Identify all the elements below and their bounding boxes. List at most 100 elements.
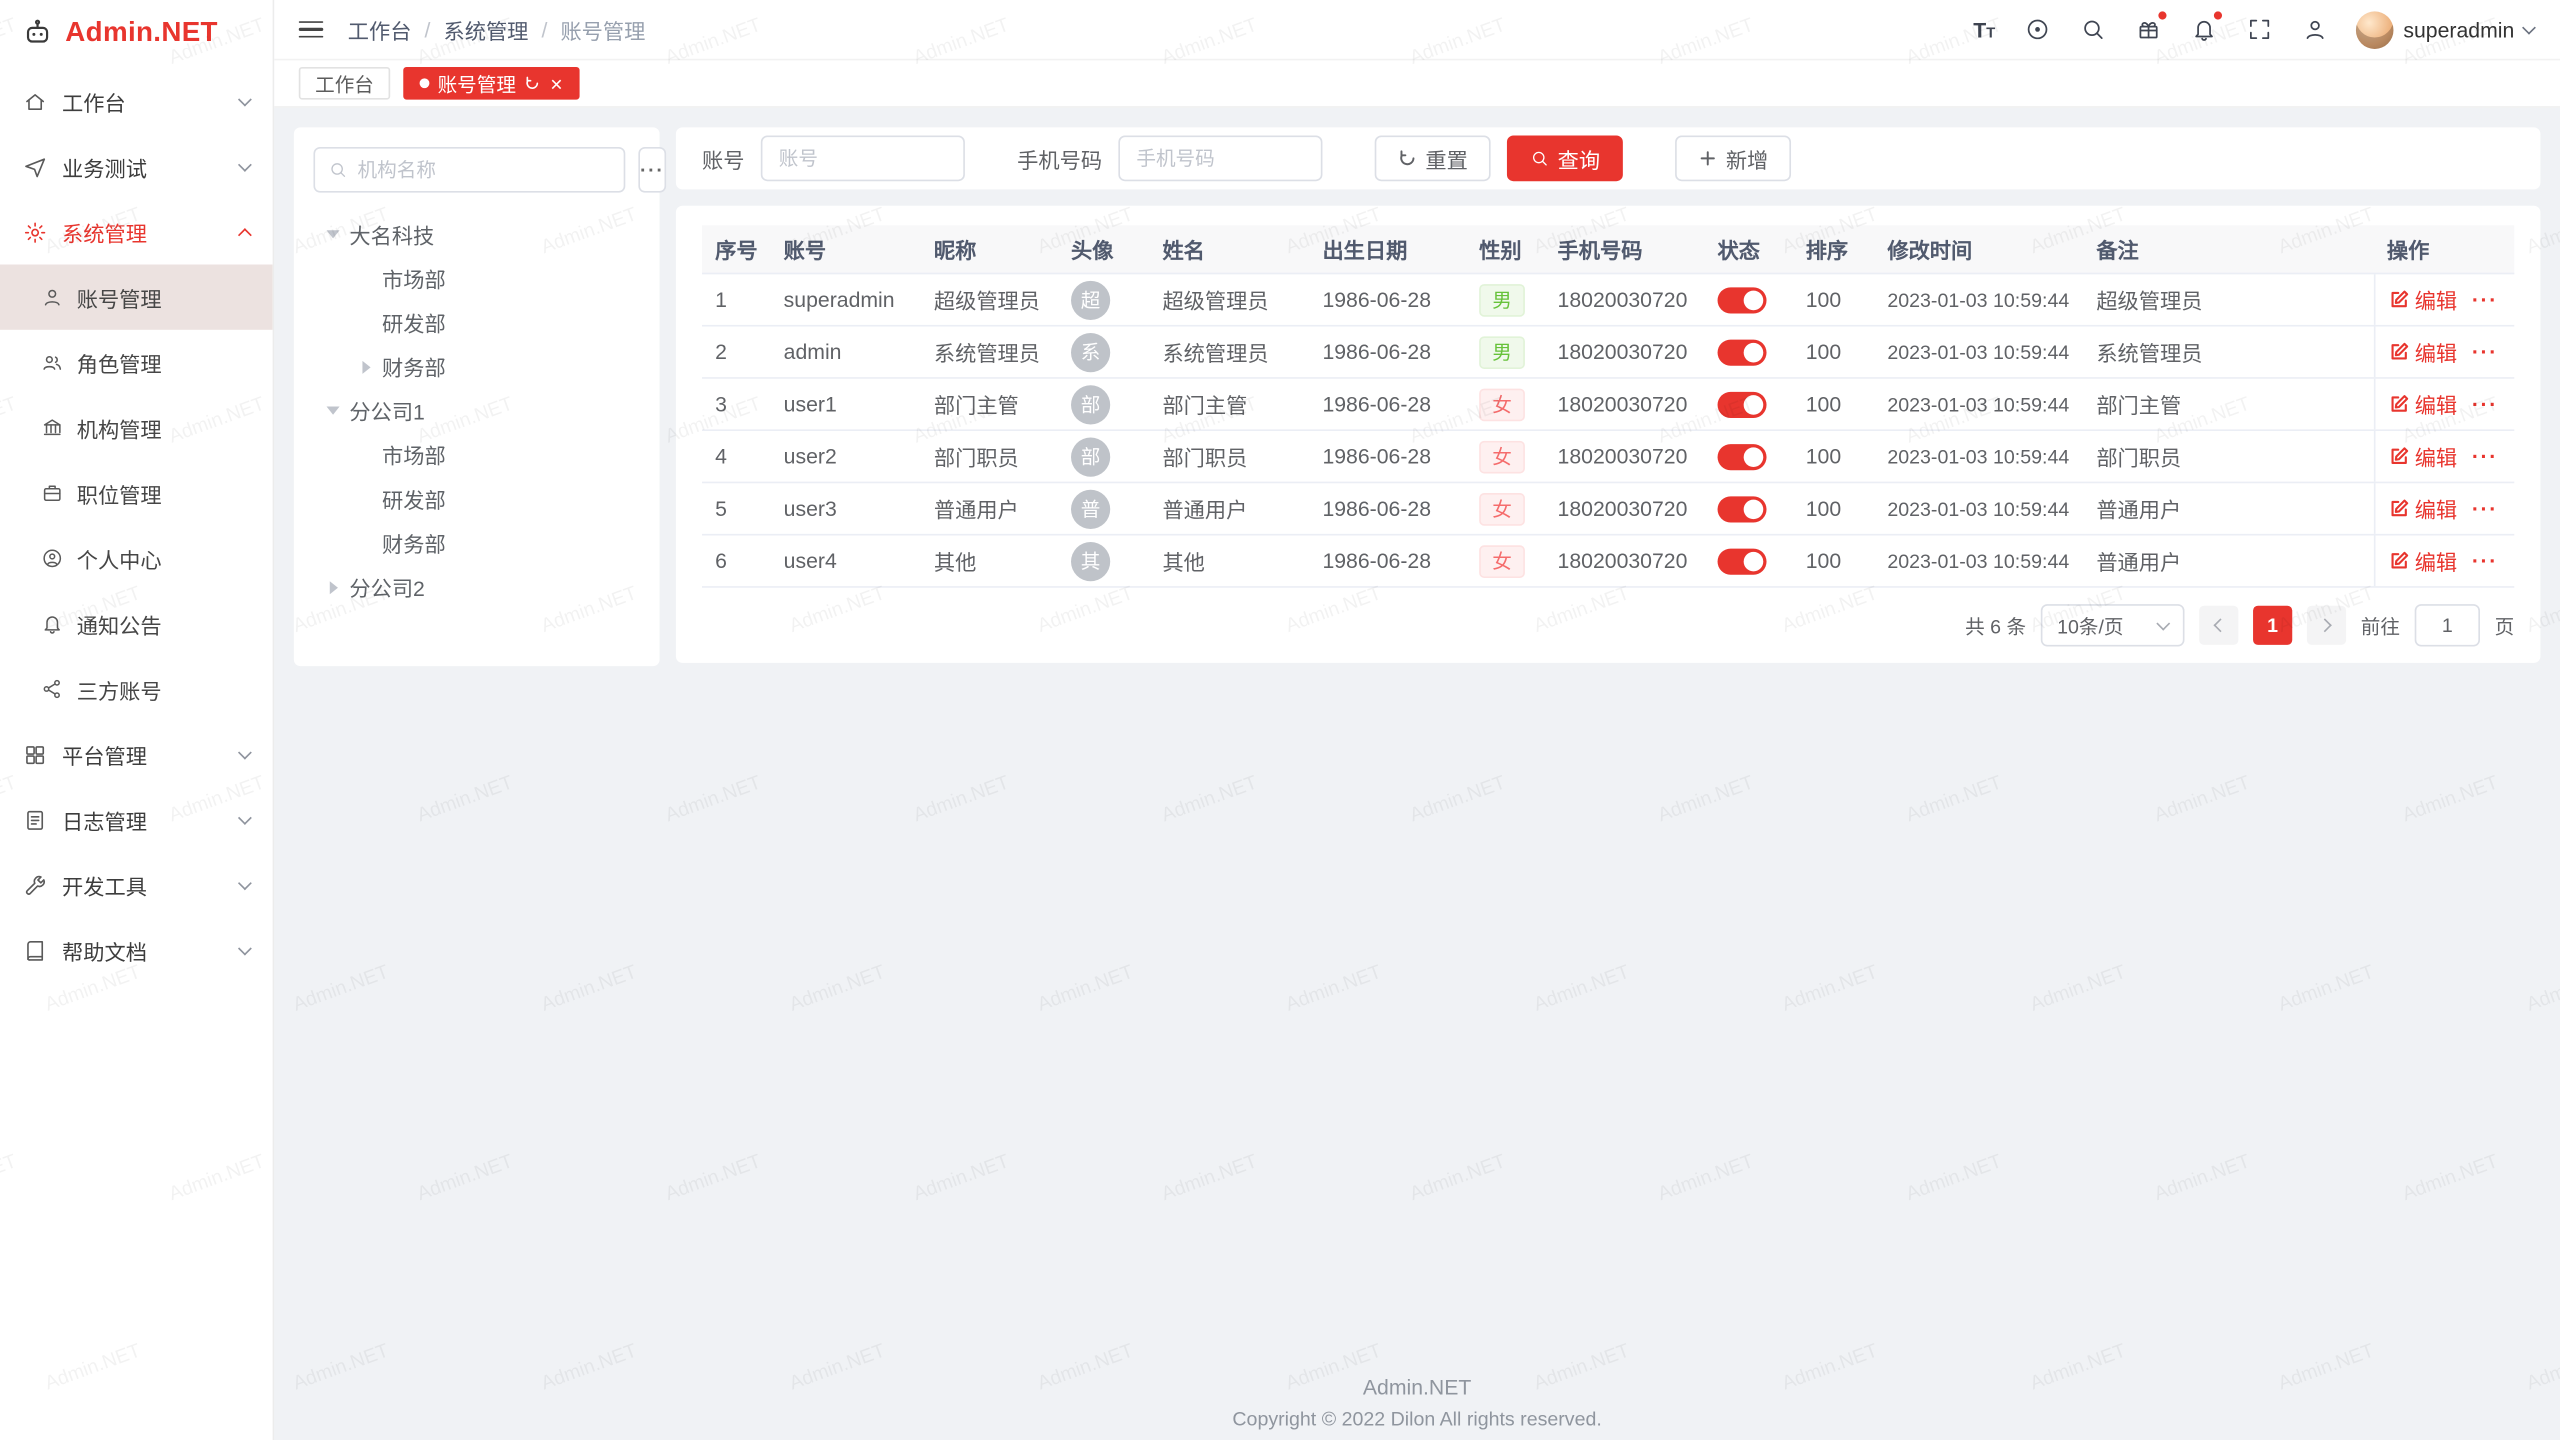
user-menu[interactable]: superadmin — [2356, 11, 2534, 49]
cell-actions: 编辑 ··· — [2374, 536, 2514, 587]
sidebar-item-help[interactable]: 帮助文档 — [0, 918, 273, 983]
cell-phone: 18020030720 — [1544, 536, 1704, 587]
breadcrumb-item[interactable]: 系统管理 — [443, 14, 528, 45]
status-toggle[interactable] — [1718, 287, 1767, 313]
sidebar-item-orgs[interactable]: 机构管理 — [0, 395, 273, 460]
cell-modified-time: 2023-01-03 10:59:44 — [1874, 431, 2083, 482]
gift-icon[interactable] — [2134, 16, 2162, 44]
tab-accounts-active[interactable]: 账号管理 × — [403, 67, 579, 100]
tree-caret-icon[interactable] — [356, 269, 376, 289]
tree-caret-icon[interactable] — [356, 489, 376, 509]
page-size-select[interactable]: 10条/页 — [2041, 604, 2185, 646]
sidebar-item-third-accounts[interactable]: 三方账号 — [0, 656, 273, 721]
more-actions-button[interactable]: ··· — [2472, 444, 2498, 468]
edit-button[interactable]: 编辑 — [2389, 389, 2458, 420]
breadcrumb-item[interactable]: 工作台 — [348, 14, 412, 45]
user-icon[interactable] — [2301, 16, 2329, 44]
sidebar-item-workbench[interactable]: 工作台 — [0, 69, 273, 134]
sidebar-item-logs[interactable]: 日志管理 — [0, 787, 273, 852]
more-actions-button[interactable]: ··· — [2472, 549, 2498, 573]
sidebar-item-notices[interactable]: 通知公告 — [0, 591, 273, 656]
edit-button[interactable]: 编辑 — [2389, 284, 2458, 315]
pagination: 共 6 条 10条/页 1 前往 页 — [702, 604, 2514, 646]
status-toggle[interactable] — [1718, 496, 1767, 522]
tree-node[interactable]: 市场部 — [313, 433, 640, 477]
logo[interactable]: Admin.NET — [0, 0, 273, 65]
refresh-icon[interactable] — [524, 75, 540, 91]
account-filter-input[interactable] — [761, 136, 965, 182]
tab-label: 工作台 — [315, 69, 374, 97]
status-toggle[interactable] — [1718, 443, 1767, 469]
tree-node[interactable]: 财务部 — [313, 521, 640, 565]
sidebar-item-system[interactable]: 系统管理 — [0, 199, 273, 264]
edit-button[interactable]: 编辑 — [2389, 493, 2458, 524]
edit-button[interactable]: 编辑 — [2389, 336, 2458, 367]
sidebar-item-profile[interactable]: 个人中心 — [0, 526, 273, 591]
cell-order: 100 — [1793, 431, 1875, 482]
cell-nickname: 普通用户 — [921, 483, 1058, 534]
edit-button[interactable]: 编辑 — [2389, 441, 2458, 472]
sidebar-item-accounts[interactable]: 账号管理 — [0, 264, 273, 329]
avatar: 部 — [1071, 384, 1110, 423]
tree-caret-icon[interactable] — [323, 577, 343, 597]
cell-account: superadmin — [771, 274, 921, 325]
tree-node[interactable]: 财务部 — [313, 344, 640, 388]
tree-caret-icon[interactable] — [323, 401, 343, 421]
tree-node[interactable]: 市场部 — [313, 256, 640, 300]
more-actions-button[interactable]: ··· — [2472, 287, 2498, 311]
tree-caret-icon[interactable] — [323, 224, 343, 244]
phone-filter-input[interactable] — [1118, 136, 1322, 182]
more-actions-button[interactable]: ··· — [2472, 496, 2498, 520]
more-actions-button[interactable]: ··· — [2472, 392, 2498, 416]
org-search-input[interactable] — [358, 158, 611, 181]
goto-page-input[interactable] — [2415, 604, 2480, 646]
more-actions-button[interactable]: ··· — [2472, 340, 2498, 364]
tree-caret-icon[interactable] — [356, 533, 376, 553]
cell-remark: 普通用户 — [2083, 536, 2374, 587]
tree-node[interactable]: 分公司2 — [313, 565, 640, 609]
status-toggle[interactable] — [1718, 548, 1767, 574]
page-number-active[interactable]: 1 — [2253, 606, 2292, 645]
refresh-icon — [1398, 149, 1418, 169]
bell-icon[interactable] — [2189, 16, 2217, 44]
sidebar-item-business-test[interactable]: 业务测试 — [0, 134, 273, 199]
breadcrumb: 工作台 / 系统管理 / 账号管理 — [348, 14, 646, 45]
font-size-icon[interactable]: TT — [1973, 17, 1995, 41]
avatar — [2356, 11, 2394, 49]
prev-page-button[interactable] — [2199, 606, 2238, 645]
cell-nickname: 部门主管 — [921, 379, 1058, 430]
tree-caret-icon[interactable] — [356, 313, 376, 333]
cell-no: 5 — [702, 483, 771, 534]
cell-phone: 18020030720 — [1544, 327, 1704, 378]
reset-button[interactable]: 重置 — [1375, 136, 1491, 182]
status-toggle[interactable] — [1718, 339, 1767, 365]
status-toggle[interactable] — [1718, 391, 1767, 417]
tree-node[interactable]: 大名科技 — [313, 212, 640, 256]
sidebar-item-platform[interactable]: 平台管理 — [0, 722, 273, 787]
search-button[interactable]: 查询 — [1507, 136, 1623, 182]
tab-workbench[interactable]: 工作台 — [299, 67, 390, 100]
globe-icon[interactable] — [2023, 16, 2051, 44]
column-header: 账号 — [771, 225, 921, 272]
role-icon — [41, 351, 64, 374]
add-button[interactable]: 新增 — [1675, 136, 1791, 182]
hamburger-menu-icon[interactable] — [299, 16, 323, 43]
cell-remark: 部门主管 — [2083, 379, 2374, 430]
tree-more-button[interactable]: ··· — [638, 147, 666, 193]
tree-node[interactable]: 研发部 — [313, 300, 640, 344]
next-page-button[interactable] — [2307, 606, 2346, 645]
close-icon[interactable]: × — [550, 73, 562, 94]
tree-node[interactable]: 研发部 — [313, 477, 640, 521]
tree-caret-icon[interactable] — [356, 445, 376, 465]
sidebar-item-devtools[interactable]: 开发工具 — [0, 852, 273, 917]
table-row: 6 user4 其他 其 其他 1986-06-28 女 — [702, 536, 2514, 588]
fullscreen-icon[interactable] — [2245, 16, 2273, 44]
tree-caret-icon[interactable] — [356, 357, 376, 377]
sidebar-item-positions[interactable]: 职位管理 — [0, 460, 273, 525]
search-icon[interactable] — [2078, 16, 2106, 44]
sidebar-item-roles[interactable]: 角色管理 — [0, 330, 273, 395]
edit-button[interactable]: 编辑 — [2389, 545, 2458, 576]
tree-node[interactable]: 分公司1 — [313, 389, 640, 433]
cell-actions: 编辑 ··· — [2374, 327, 2514, 378]
cell-nickname: 超级管理员 — [921, 274, 1058, 325]
